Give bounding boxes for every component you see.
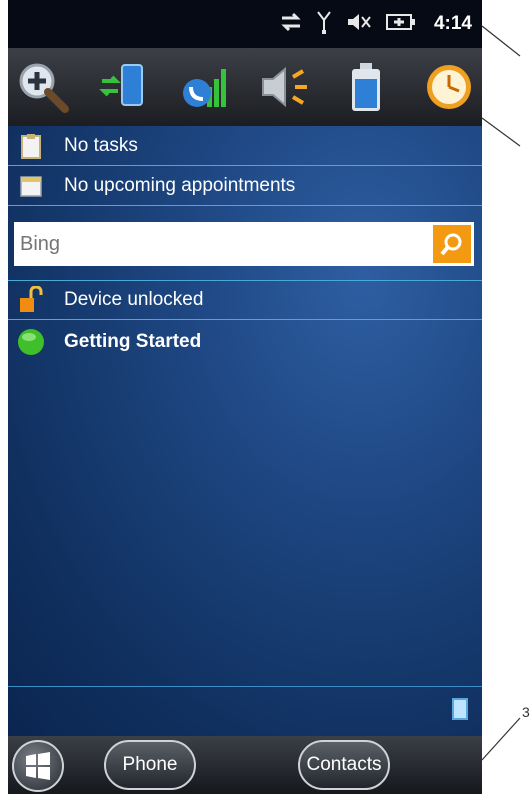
device-lock-row[interactable]: Device unlocked bbox=[8, 280, 482, 320]
getting-started-label: Getting Started bbox=[64, 331, 202, 352]
divider bbox=[8, 686, 482, 687]
appointments-label: No upcoming appointments bbox=[64, 174, 296, 196]
phone-button[interactable]: Phone bbox=[104, 740, 196, 790]
green-orb-icon bbox=[8, 327, 54, 357]
today-screen: No tasks No upcoming appointments Device… bbox=[8, 126, 482, 736]
tasks-row[interactable]: No tasks bbox=[8, 126, 482, 166]
windows-logo-icon bbox=[26, 752, 50, 780]
search-icon bbox=[440, 233, 462, 256]
device-mini-icon[interactable] bbox=[452, 698, 468, 720]
clipboard-icon bbox=[8, 133, 54, 159]
search-input[interactable] bbox=[14, 223, 433, 265]
callout-lines bbox=[481, 25, 521, 761]
bing-search-box bbox=[14, 222, 474, 266]
battery-charging-icon[interactable] bbox=[385, 12, 416, 36]
device-status-label: Device unlocked bbox=[64, 289, 204, 310]
quick-settings-toolbar bbox=[8, 48, 482, 126]
status-bar: 4:14 bbox=[8, 0, 482, 48]
phone-signal-icon[interactable] bbox=[176, 56, 234, 118]
speaker-muted-icon[interactable] bbox=[346, 11, 372, 37]
clock-time[interactable]: 4:14 bbox=[434, 13, 472, 35]
clock-icon[interactable] bbox=[418, 56, 476, 118]
battery-icon[interactable] bbox=[337, 56, 395, 118]
getting-started-row[interactable]: Getting Started bbox=[8, 322, 482, 362]
data-sync-icon[interactable] bbox=[280, 12, 302, 36]
unlock-icon bbox=[8, 286, 54, 314]
volume-icon[interactable] bbox=[256, 56, 314, 118]
calendar-icon bbox=[8, 174, 54, 198]
appointments-row[interactable]: No upcoming appointments bbox=[8, 166, 482, 206]
device-screen: 4:14 No tasks No upcoming appointments B… bbox=[8, 0, 482, 794]
connectivity-icon[interactable] bbox=[95, 56, 153, 118]
start-button[interactable] bbox=[12, 740, 64, 792]
zoom-icon[interactable] bbox=[14, 56, 72, 118]
contacts-button[interactable]: Contacts bbox=[298, 740, 390, 790]
taskbar: Phone Contacts bbox=[8, 736, 482, 794]
signal-antenna-icon[interactable] bbox=[316, 10, 332, 38]
search-button[interactable] bbox=[433, 225, 471, 263]
tasks-label: No tasks bbox=[64, 134, 138, 156]
callout-number: 3 bbox=[522, 704, 530, 720]
